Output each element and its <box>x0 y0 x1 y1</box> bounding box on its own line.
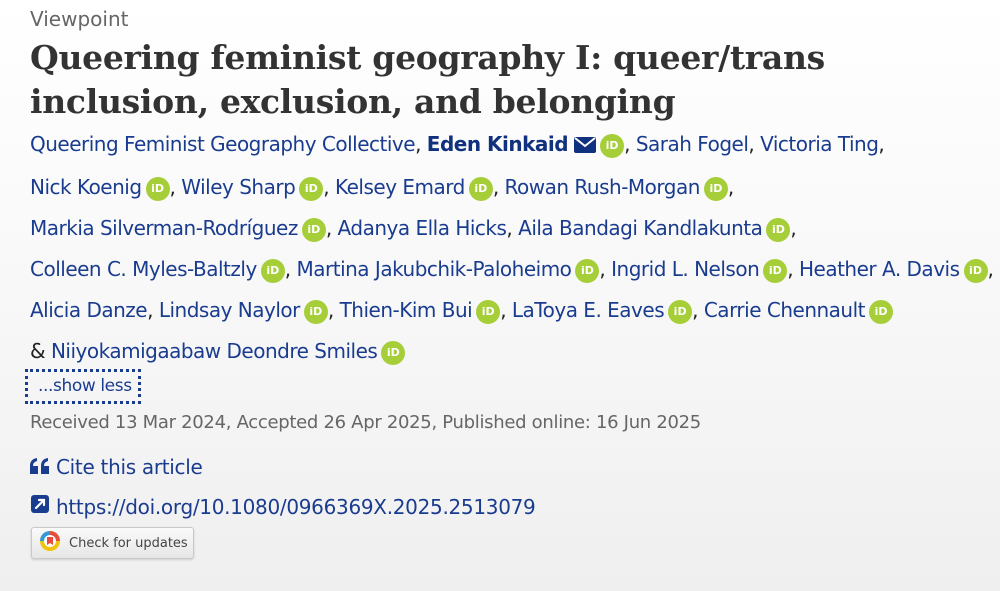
author-link[interactable]: Kelsey Emard <box>335 175 465 199</box>
orcid-icon[interactable]: iD <box>476 300 501 324</box>
orcid-icon[interactable]: iD <box>303 300 328 324</box>
author-entry: Adanya Ella Hicks, <box>338 216 513 240</box>
author-link[interactable]: Queering Feminist Geography Collective <box>30 132 416 156</box>
publication-dates: Received 13 Mar 2024, Accepted 26 Apr 20… <box>30 412 701 433</box>
show-less-toggle[interactable]: ...show less <box>25 369 141 404</box>
author-separator: , <box>415 132 421 156</box>
author-entry: Heather A. Davis iD, <box>799 257 994 283</box>
orcid-icon[interactable]: iD <box>301 218 326 242</box>
check-for-updates-button[interactable]: Check for updates <box>31 527 194 559</box>
orcid-icon[interactable]: iD <box>763 259 788 283</box>
author-link[interactable]: Thien-Kim Bui <box>340 298 473 322</box>
author-link[interactable]: Lindsay Naylor <box>159 298 301 322</box>
crossmark-icon <box>39 530 61 556</box>
author-separator: , <box>987 257 994 281</box>
orcid-icon[interactable]: iD <box>668 300 693 324</box>
author-link[interactable]: Heather A. Davis <box>799 257 960 281</box>
author-entry: Nick Koenig iD, <box>30 175 176 201</box>
author-separator: , <box>506 216 513 240</box>
author-entry: Aila Bandagi Kandlakunta iD, <box>518 216 797 242</box>
orcid-icon[interactable]: iD <box>703 177 728 201</box>
author-separator: , <box>692 298 698 322</box>
author-link[interactable]: LaToya E. Eaves <box>512 298 665 322</box>
article-type: Viewpoint <box>30 7 129 31</box>
orcid-icon[interactable]: iD <box>381 341 406 365</box>
author-entry: Victoria Ting, <box>760 132 885 156</box>
orcid-icon[interactable]: iD <box>869 300 894 324</box>
author-list: Queering Feminist Geography Collective, … <box>30 124 998 372</box>
ampersand: & <box>30 339 46 363</box>
author-entry: Eden Kinkaid iD, <box>427 132 630 158</box>
author-separator: , <box>790 216 797 240</box>
author-link[interactable]: Colleen C. Myles-Baltzly <box>30 257 257 281</box>
author-separator: , <box>878 132 885 156</box>
author-separator: , <box>325 216 332 240</box>
author-link[interactable]: Eden Kinkaid <box>427 132 569 156</box>
author-entry: Sarah Fogel, <box>636 132 755 156</box>
author-separator: , <box>599 257 606 281</box>
author-separator: , <box>169 175 176 199</box>
author-separator: , <box>492 175 499 199</box>
cite-label: Cite this article <box>56 455 203 479</box>
envelope-icon[interactable] <box>574 126 597 167</box>
author-entry: Carrie Chennault iD <box>704 298 894 324</box>
author-entry: Martina Jakubchik-Paloheimo iD, <box>297 257 606 283</box>
author-link[interactable]: Adanya Ella Hicks <box>338 216 507 240</box>
check-for-updates-label: Check for updates <box>69 535 188 551</box>
author-entry: Lindsay Naylor iD, <box>159 298 334 324</box>
author-link[interactable]: Aila Bandagi Kandlakunta <box>518 216 763 240</box>
external-link-icon <box>30 494 50 519</box>
author-separator: , <box>327 298 334 322</box>
author-separator: , <box>323 175 330 199</box>
orcid-icon[interactable]: iD <box>299 177 324 201</box>
author-link[interactable]: Nick Koenig <box>30 175 142 199</box>
orcid-icon[interactable]: iD <box>260 259 285 283</box>
author-link[interactable]: Wiley Sharp <box>181 175 296 199</box>
doi-url: https://doi.org/10.1080/0966369X.2025.25… <box>56 494 536 519</box>
author-entry: LaToya E. Eaves iD, <box>512 298 698 324</box>
author-entry: Ingrid L. Nelson iD, <box>611 257 794 283</box>
author-entry: Rowan Rush-Morgan iD, <box>505 175 734 201</box>
author-separator: , <box>500 298 507 322</box>
author-entry: Colleen C. Myles-Baltzly iD, <box>30 257 291 283</box>
author-entry: Wiley Sharp iD, <box>181 175 330 201</box>
orcid-icon[interactable]: iD <box>575 259 600 283</box>
author-link[interactable]: Sarah Fogel <box>636 132 749 156</box>
author-link[interactable]: Victoria Ting <box>760 132 879 156</box>
author-separator: , <box>748 132 755 156</box>
quote-icon <box>30 455 50 479</box>
orcid-icon[interactable]: iD <box>600 134 625 158</box>
orcid-icon[interactable]: iD <box>766 218 791 242</box>
author-link[interactable]: Alicia Danze <box>30 298 148 322</box>
orcid-icon[interactable]: iD <box>145 177 170 201</box>
author-link[interactable]: Rowan Rush-Morgan <box>505 175 701 199</box>
author-separator: , <box>727 175 734 199</box>
author-separator: , <box>787 257 794 281</box>
author-separator: , <box>284 257 291 281</box>
author-entry: Kelsey Emard iD, <box>335 175 499 201</box>
article-title: Queering feminist geography I: queer/tra… <box>30 38 825 121</box>
author-entry: Queering Feminist Geography Collective, <box>30 132 421 156</box>
author-entry: Thien-Kim Bui iD, <box>340 298 507 324</box>
author-link[interactable]: Carrie Chennault <box>704 298 866 322</box>
author-entry: Alicia Danze, <box>30 298 153 322</box>
orcid-icon[interactable]: iD <box>963 259 988 283</box>
author-link[interactable]: Ingrid L. Nelson <box>611 257 760 281</box>
author-entry: & Niiyokamigaabaw Deondre Smiles iD <box>30 339 406 365</box>
author-link[interactable]: Martina Jakubchik-Paloheimo <box>297 257 572 281</box>
doi-link[interactable]: https://doi.org/10.1080/0966369X.2025.25… <box>30 494 536 519</box>
author-separator: , <box>147 298 153 322</box>
author-link[interactable]: Markia Silverman-Rodríguez <box>30 216 298 240</box>
orcid-icon[interactable]: iD <box>468 177 493 201</box>
cite-article-link[interactable]: Cite this article <box>30 455 203 479</box>
author-link[interactable]: Niiyokamigaabaw Deondre Smiles <box>51 339 378 363</box>
author-entry: Markia Silverman-Rodríguez iD, <box>30 216 332 242</box>
author-separator: , <box>624 132 630 156</box>
